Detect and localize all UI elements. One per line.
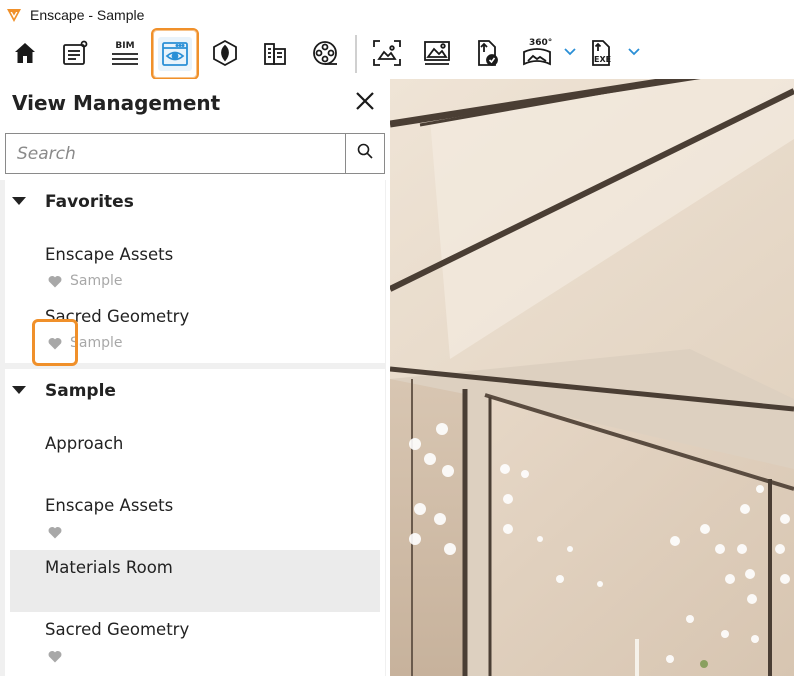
search-box — [5, 133, 385, 174]
bim-button[interactable]: BIM — [103, 31, 147, 75]
favorite-heart-icon[interactable] — [48, 525, 62, 539]
window-title: Enscape - Sample — [30, 6, 145, 23]
batch-render-button[interactable] — [415, 31, 459, 75]
collapse-caret-icon — [12, 386, 26, 394]
chevron-down-icon — [564, 43, 576, 61]
view-meta: Sample — [48, 272, 123, 290]
chevron-down-icon — [628, 43, 640, 61]
home-button[interactable] — [3, 31, 47, 75]
building-button[interactable] — [253, 31, 297, 75]
bim-label: BIM — [115, 41, 135, 51]
bim-icon: BIM — [111, 41, 139, 65]
favorite-heart-icon[interactable] — [48, 336, 62, 350]
collapse-caret-icon — [12, 197, 26, 205]
search-icon — [357, 143, 373, 164]
favorites-group-header[interactable]: Favorites — [5, 180, 385, 224]
view-name: Sacred Geometry — [45, 620, 190, 639]
view-item-selected[interactable]: Materials Room — [10, 550, 380, 612]
export-exe-button[interactable]: EXE — [580, 31, 624, 75]
view-management-button[interactable] — [151, 28, 199, 80]
panorama-dropdown-button[interactable] — [564, 45, 576, 59]
view-name: Sacred Geometry — [45, 307, 190, 326]
view-management-panel: View Management Favorites Enscape Assets — [0, 79, 390, 676]
search-button[interactable] — [345, 134, 384, 173]
export-exe-icon: EXE — [588, 38, 616, 68]
toolbar-divider — [355, 35, 357, 73]
view-project-label: Sample — [70, 335, 123, 351]
building-icon — [261, 39, 289, 67]
search-input[interactable] — [6, 134, 345, 173]
screenshot-icon — [372, 39, 402, 67]
screenshot-button[interactable] — [365, 31, 409, 75]
home-icon — [13, 41, 37, 65]
export-exe-label: EXE — [594, 55, 612, 64]
enscape-logo-icon — [4, 5, 24, 25]
view-meta — [48, 523, 62, 541]
view-name: Enscape Assets — [45, 496, 174, 515]
render-scene-image — [390, 79, 794, 676]
panorama-360-button[interactable]: 360° — [515, 31, 559, 75]
window-titlebar: Enscape - Sample — [0, 0, 794, 29]
asset-library-button[interactable] — [203, 31, 247, 75]
video-editor-icon — [311, 39, 339, 67]
view-meta: Sample — [48, 334, 123, 352]
view-name: Enscape Assets — [45, 245, 174, 264]
notes-button[interactable] — [53, 31, 97, 75]
asset-library-icon — [211, 39, 239, 67]
upload-icon — [473, 38, 501, 68]
export-dropdown-button[interactable] — [628, 45, 640, 59]
view-item[interactable]: Enscape Assets Sample — [10, 237, 380, 299]
view-item[interactable]: Approach — [10, 426, 380, 488]
view-meta — [48, 647, 62, 665]
batch-render-icon — [422, 39, 452, 67]
panorama-360-label: 360° — [529, 38, 553, 48]
view-project-label: Sample — [70, 273, 123, 289]
view-item[interactable]: Sacred Geometry — [10, 612, 380, 674]
view-item[interactable]: Enscape Assets — [10, 488, 380, 550]
view-item[interactable]: Sacred Geometry Sample — [10, 299, 380, 361]
views-list: Favorites Enscape Assets Sample Sacred G… — [0, 180, 386, 676]
upload-button[interactable] — [465, 31, 509, 75]
sample-group-header[interactable]: Sample — [5, 369, 385, 413]
video-editor-button[interactable] — [303, 31, 347, 75]
close-icon — [355, 91, 375, 116]
favorite-heart-icon[interactable] — [48, 274, 62, 288]
panorama-360-icon: 360° — [521, 38, 553, 68]
close-panel-button[interactable] — [354, 91, 376, 116]
favorites-group: Favorites Enscape Assets Sample Sacred G… — [5, 180, 385, 363]
render-viewport[interactable] — [390, 79, 794, 676]
view-name: Materials Room — [45, 558, 173, 577]
main-toolbar: BIM 360° EXE — [0, 28, 794, 80]
view-name: Approach — [45, 434, 124, 453]
group-label: Favorites — [45, 192, 134, 212]
favorite-heart-icon[interactable] — [48, 649, 62, 663]
panel-title: View Management — [12, 91, 221, 115]
group-label: Sample — [45, 381, 116, 401]
sample-group: Sample Approach Enscape Assets Materials… — [5, 369, 385, 676]
notes-icon — [61, 39, 89, 67]
view-management-icon — [158, 37, 192, 71]
